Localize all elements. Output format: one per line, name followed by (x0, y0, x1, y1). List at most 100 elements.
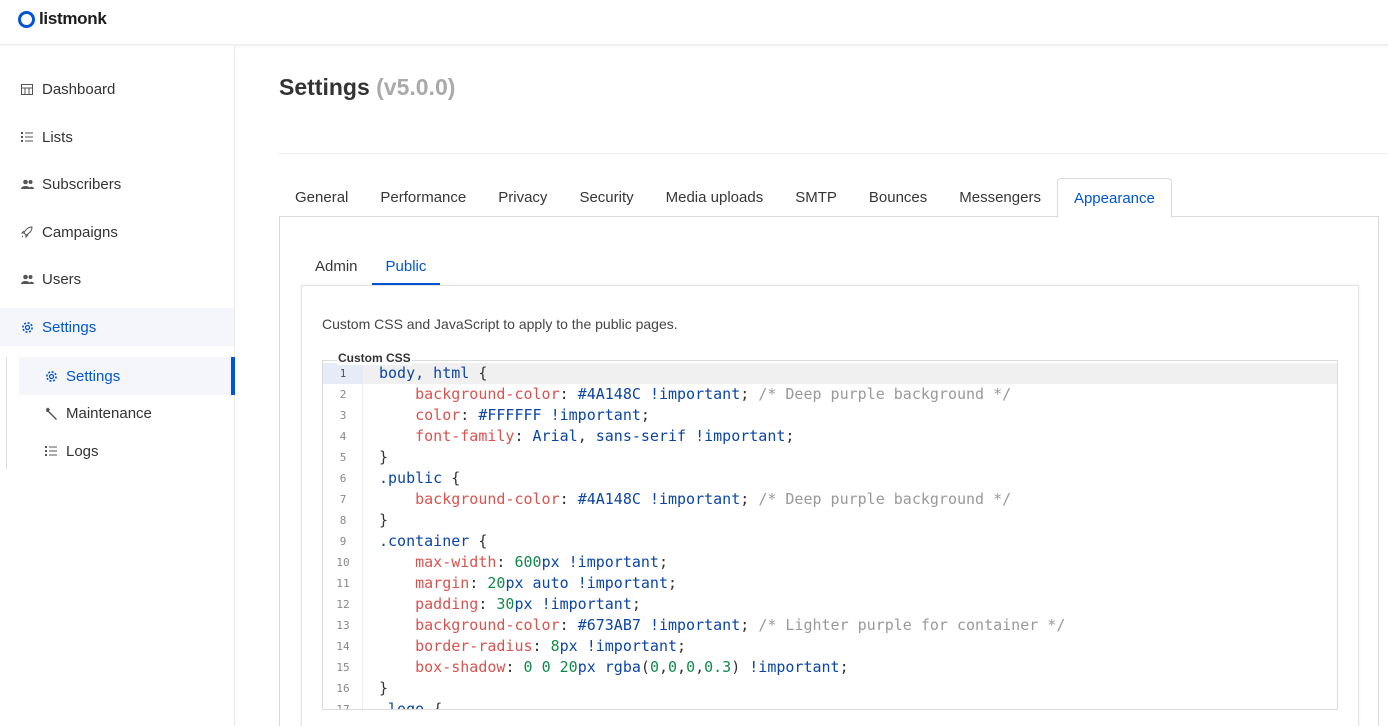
public-appearance-box: Custom CSS and JavaScript to apply to th… (301, 285, 1359, 726)
code-text: padding: 30px !important; (415, 595, 641, 613)
code-line: 8} (323, 510, 1337, 531)
code-text: background-color: #4A148C !important; /*… (415, 385, 1012, 403)
code-line: 13 background-color: #673AB7 !important;… (323, 615, 1337, 636)
code-text: } (379, 679, 389, 697)
tab-smtp[interactable]: SMTP (779, 178, 853, 217)
line-number: 4 (339, 430, 347, 443)
sidebar-item-lists[interactable]: Lists (0, 118, 234, 156)
tab-messengers[interactable]: Messengers (943, 178, 1057, 217)
wrench-icon (44, 406, 58, 420)
code-line: 15 box-shadow: 0 0 20px rgba(0,0,0,0.3) … (323, 657, 1337, 678)
code-text: body, html { (379, 364, 488, 382)
page-title-text: Settings (279, 74, 370, 100)
code-line: 14 border-radius: 8px !important; (323, 636, 1337, 657)
code-text: background-color: #4A148C !important; /*… (415, 490, 1012, 508)
submenu-item-label: Logs (66, 442, 99, 460)
rocket-icon (20, 225, 34, 239)
custom-css-label: Custom CSS (337, 351, 412, 365)
code-text: .logo { (379, 700, 443, 710)
code-line: 1 body, html { (323, 363, 1337, 384)
list-icon (44, 444, 58, 458)
line-number: 2 (339, 388, 347, 401)
submenu-item-settings[interactable]: Settings (19, 357, 235, 395)
sidebar-item-label: Subscribers (42, 175, 122, 193)
sidebar-item-settings[interactable]: Settings (0, 308, 234, 346)
brand-name: listmonk (39, 9, 107, 28)
sidebar-item-label: Campaigns (42, 223, 118, 241)
title-divider (279, 153, 1388, 154)
line-number: 17 (336, 703, 350, 710)
users-icon (20, 177, 34, 191)
settings-submenu: Settings Maintenance Logs (6, 357, 235, 470)
line-number: 14 (336, 640, 350, 653)
line-number: 6 (339, 472, 347, 485)
code-line: 4 font-family: Arial, sans-serif !import… (323, 426, 1337, 447)
subtab-admin[interactable]: Admin (301, 251, 372, 285)
code-text: .public { (379, 469, 461, 487)
brand-logo[interactable]: listmonk (18, 9, 107, 29)
gear-icon (44, 369, 58, 383)
code-line: 7 background-color: #4A148C !important; … (323, 489, 1337, 510)
logo-ring-icon (18, 10, 35, 28)
code-text: background-color: #673AB7 !important; /*… (415, 616, 1066, 634)
code-text: .container { (379, 532, 488, 550)
sidebar-item-label: Users (42, 270, 82, 288)
sidebar-item-label: Settings (42, 318, 97, 336)
code-line: 17 .logo { (323, 699, 1337, 710)
line-number: 12 (336, 598, 350, 611)
code-text: box-shadow: 0 0 20px rgba(0,0,0,0.3) !im… (415, 658, 849, 676)
custom-css-editor[interactable]: 1 body, html { 2 background-color: #4A148C… (322, 360, 1338, 710)
submenu-item-logs[interactable]: Logs (19, 432, 235, 470)
version-label: (v5.0.0) (376, 74, 456, 100)
sidebar-item-label: Lists (42, 128, 73, 146)
appearance-panel: Admin Public Custom CSS and JavaScript t… (279, 217, 1379, 726)
line-number: 16 (336, 682, 350, 695)
sidebar-item-dashboard[interactable]: Dashboard (0, 70, 234, 108)
code-line: 5} (323, 447, 1337, 468)
sidebar-item-subscribers[interactable]: Subscribers (0, 165, 234, 203)
submenu-item-label: Settings (66, 367, 121, 385)
list-icon (20, 130, 34, 144)
top-navbar: listmonk (0, 0, 1388, 45)
code-line: 12 padding: 30px !important; (323, 594, 1337, 615)
sidebar-item-campaigns[interactable]: Campaigns (0, 213, 234, 251)
code-text: max-width: 600px !important; (415, 553, 668, 571)
code-line: 2 background-color: #4A148C !important; … (323, 384, 1337, 405)
code-text: } (379, 448, 389, 466)
submenu-item-maintenance[interactable]: Maintenance (19, 394, 235, 432)
code-line: 3 color: #FFFFFF !important; (323, 405, 1337, 426)
tab-performance[interactable]: Performance (364, 178, 482, 217)
line-number: 8 (339, 514, 347, 527)
line-number: 1 (323, 363, 363, 384)
tab-security[interactable]: Security (563, 178, 649, 217)
dashboard-icon (20, 82, 34, 96)
line-number: 9 (339, 535, 347, 548)
sidebar-item-users[interactable]: Users (0, 260, 234, 298)
tab-media-uploads[interactable]: Media uploads (650, 178, 780, 217)
code-text: border-radius: 8px !important; (415, 637, 687, 655)
tab-privacy[interactable]: Privacy (482, 178, 563, 217)
line-number: 13 (336, 619, 350, 632)
line-number: 5 (339, 451, 347, 464)
line-number: 11 (336, 577, 350, 590)
users-icon (20, 272, 34, 286)
subtab-public[interactable]: Public (371, 251, 441, 285)
code-text: color: #FFFFFF !important; (415, 406, 650, 424)
settings-tabs: General Performance Privacy Security Med… (279, 178, 1379, 218)
code-text: margin: 20px auto !important; (415, 574, 678, 592)
code-text: font-family: Arial, sans-serif !importan… (415, 427, 795, 445)
line-number: 15 (336, 661, 350, 674)
submenu-item-label: Maintenance (66, 404, 152, 422)
sidebar-item-label: Dashboard (42, 80, 116, 98)
tab-general[interactable]: General (279, 178, 364, 217)
sidebar: Dashboard Lists Subscribers Campaigns Us… (0, 46, 235, 726)
page-title: Settings (v5.0.0) (279, 74, 455, 101)
appearance-subtabs: Admin Public (301, 251, 441, 285)
main-content: Settings (v5.0.0) General Performance Pr… (236, 46, 1388, 726)
line-number: 3 (339, 409, 347, 422)
gear-icon (20, 320, 34, 334)
tab-bounces[interactable]: Bounces (853, 178, 943, 217)
tab-appearance[interactable]: Appearance (1056, 178, 1172, 218)
code-line: 10 max-width: 600px !important; (323, 552, 1337, 573)
code-text: } (379, 511, 389, 529)
